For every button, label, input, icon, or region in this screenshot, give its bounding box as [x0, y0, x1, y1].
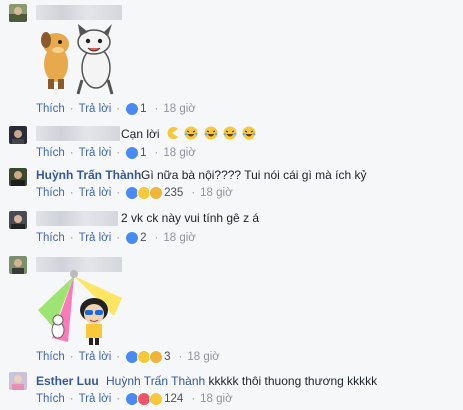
laughing-emoji-icon: [242, 126, 256, 140]
separator: ·: [154, 147, 159, 159]
author-name[interactable]: Huỳnh Trấn Thành: [36, 168, 141, 182]
like-reaction-icon: [125, 102, 140, 116]
timestamp[interactable]: 18 giờ: [200, 393, 232, 405]
comment-actions: Thích · Trả lời · 3 · 18 giờ: [36, 349, 220, 365]
avatar[interactable]: [9, 126, 27, 144]
comment-4: 2 vk ck này vui tính gê z á Thích · Trả …: [0, 204, 463, 250]
comment-actions: Thích · Trả lời · 1 · 18 giờ: [36, 145, 196, 161]
like-link[interactable]: Thích: [36, 232, 65, 244]
timestamp[interactable]: 18 giờ: [163, 147, 195, 159]
reaction-count: 1: [140, 147, 147, 159]
separator: ·: [116, 103, 121, 115]
separator: ·: [116, 232, 121, 244]
reaction-count: 1: [140, 103, 147, 115]
separator: ·: [191, 187, 196, 199]
like-link[interactable]: Thích: [36, 351, 65, 363]
separator: ·: [178, 351, 183, 363]
author-name-blurred[interactable]: [36, 211, 118, 226]
reply-link[interactable]: Trả lời: [79, 232, 112, 244]
author-name-blurred[interactable]: [36, 126, 120, 141]
laughing-emoji-icon: [204, 126, 218, 140]
like-link[interactable]: Thích: [36, 147, 65, 159]
comment-6: Esther Luu Huỳnh Trấn Thành kkkkk thôi t…: [0, 365, 463, 410]
reply-link[interactable]: Trả lời: [79, 393, 112, 405]
like-link[interactable]: Thích: [36, 393, 65, 405]
reaction-summary[interactable]: 3: [125, 350, 171, 364]
haha-reaction-icon: [149, 392, 164, 406]
comment-text: Gì nữa bà nội???? Tui nói cái gì mà ích …: [141, 168, 367, 182]
separator: ·: [69, 393, 74, 405]
reaction-summary[interactable]: 1: [125, 146, 147, 160]
reaction-count: 3: [164, 351, 171, 363]
separator: ·: [154, 232, 159, 244]
reaction-summary[interactable]: 1: [125, 102, 147, 116]
dancing-girl-sticker: [34, 268, 124, 349]
separator: ·: [69, 232, 74, 244]
reaction-summary[interactable]: 124: [125, 392, 183, 406]
separator: ·: [69, 147, 74, 159]
avatar[interactable]: [9, 372, 27, 390]
author-name[interactable]: Esther Luu: [36, 374, 99, 388]
timestamp[interactable]: 18 giờ: [187, 351, 219, 363]
separator: ·: [116, 351, 121, 363]
reply-link[interactable]: Trả lời: [79, 351, 112, 363]
comment-1: Thích · Trả lời · 1 · 18 giờ: [0, 0, 463, 120]
reply-link[interactable]: Trả lời: [79, 103, 112, 115]
separator: ·: [116, 187, 121, 199]
comment-actions: Thích · Trả lời · 124 · 18 giờ: [36, 391, 233, 407]
separator: ·: [69, 187, 74, 199]
like-reaction-icon: [125, 231, 140, 245]
reaction-count: 235: [164, 187, 184, 199]
comment-text: 2 vk ck này vui tính gê z á: [121, 211, 260, 225]
separator: ·: [191, 393, 196, 405]
timestamp[interactable]: 18 giờ: [200, 187, 232, 199]
wow-reaction-icon: [149, 186, 164, 200]
reaction-count: 124: [164, 393, 184, 405]
reaction-summary[interactable]: 2: [125, 231, 147, 245]
reply-link[interactable]: Trả lời: [79, 187, 112, 199]
avatar[interactable]: [9, 211, 27, 229]
comment-3: Huỳnh Trấn Thành Gì nữa bà nội???? Tui n…: [0, 162, 463, 204]
comment-text: Huỳnh Trấn Thành kkkkk thôi thuong thươn…: [106, 374, 378, 388]
separator: ·: [69, 351, 74, 363]
avatar[interactable]: [9, 168, 27, 186]
comment-2: Cạn lời Thích · Trả lời · 1 · 18 giờ: [0, 120, 463, 162]
wow-reaction-icon: [149, 350, 164, 364]
laughing-emoji-icon: [223, 126, 237, 140]
reaction-count: 2: [140, 232, 147, 244]
reaction-summary[interactable]: 235: [125, 186, 183, 200]
pacman-emoji-icon: [167, 127, 178, 139]
timestamp[interactable]: 18 giờ: [163, 103, 195, 115]
reply-link[interactable]: Trả lời: [79, 147, 112, 159]
comment-actions: Thích · Trả lời · 2 · 18 giờ: [36, 230, 196, 246]
comment-text: Cạn lời: [121, 126, 256, 141]
like-reaction-icon: [125, 146, 140, 160]
laughing-emoji-icon: [184, 126, 198, 140]
comment-actions: Thích · Trả lời · 1 · 18 giờ: [36, 101, 196, 117]
author-name-blurred[interactable]: [36, 5, 122, 20]
separator: ·: [69, 103, 74, 115]
like-link[interactable]: Thích: [36, 187, 65, 199]
mention-link[interactable]: Huỳnh Trấn Thành: [106, 374, 205, 388]
comment-actions: Thích · Trả lời · 235 · 18 giờ: [36, 185, 233, 201]
dog-cat-sticker: [34, 24, 122, 99]
timestamp[interactable]: 18 giờ: [163, 232, 195, 244]
separator: ·: [116, 393, 121, 405]
avatar[interactable]: [9, 256, 27, 274]
separator: ·: [116, 147, 121, 159]
comment-5: Thích · Trả lời · 3 · 18 giờ: [0, 250, 463, 365]
separator: ·: [154, 103, 159, 115]
avatar[interactable]: [9, 4, 27, 22]
like-link[interactable]: Thích: [36, 103, 65, 115]
